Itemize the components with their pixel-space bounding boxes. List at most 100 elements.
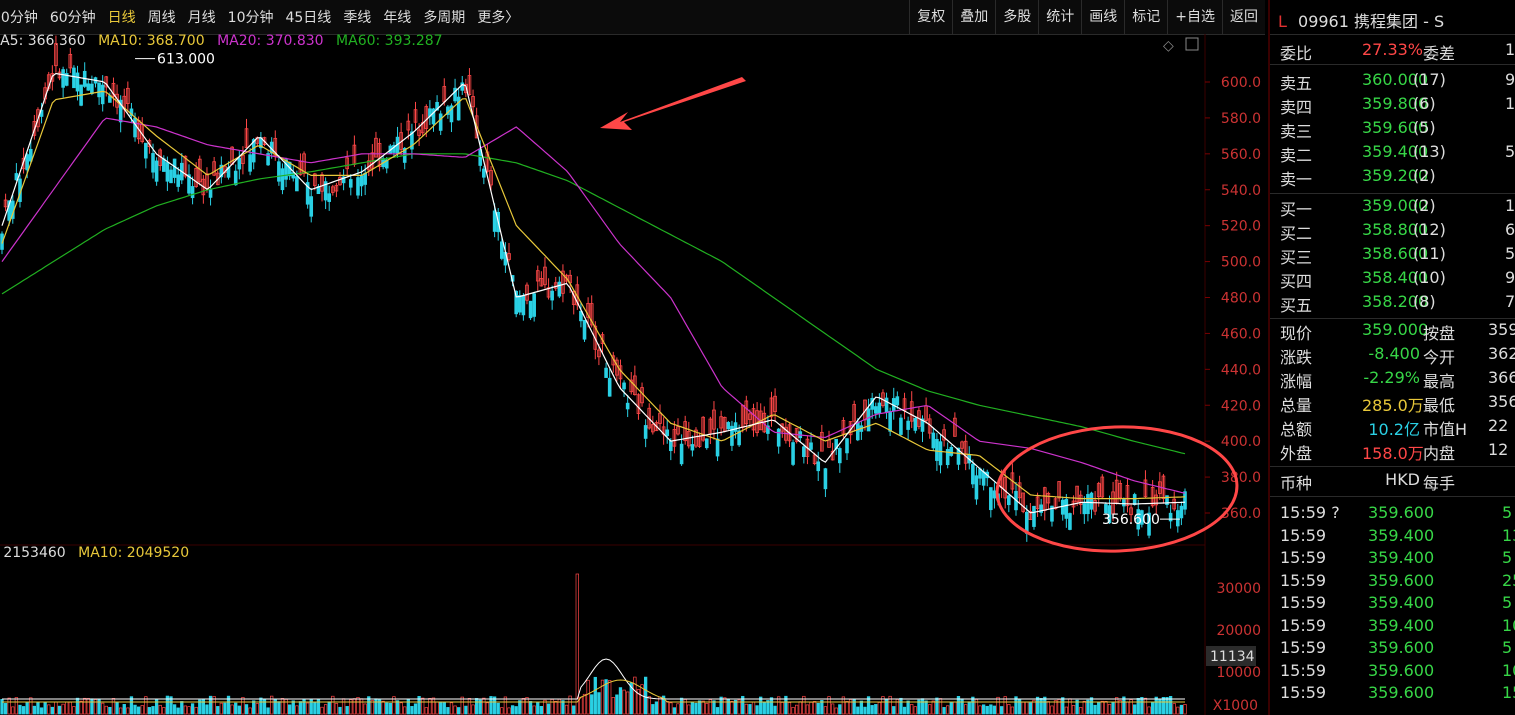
volume-bar [25,702,29,715]
volume-bar [237,705,241,715]
volume-bar [471,704,475,715]
candle-body [884,397,889,413]
volume-bar [68,701,72,715]
volume-bar [647,696,651,715]
candle-body [528,300,533,319]
row-size: 5 [1505,142,1515,161]
period-tab[interactable]: 多周期 [417,7,471,27]
candle-body [665,429,670,437]
tick-price: 359.600 [1368,638,1435,657]
volume-bar [1028,702,1033,715]
toolbar-button[interactable]: 复权 [909,0,952,34]
period-tab[interactable]: 年线 [377,7,417,27]
toolbar-button[interactable]: 叠加 [952,0,995,34]
volume-bar [435,701,439,715]
row-qty: (8) [1413,292,1436,311]
volume-bar [766,700,770,715]
volume-bar [712,700,716,715]
volume-bar [715,707,720,715]
row-price: 359.400 [1362,142,1429,161]
volume-bar [154,698,159,715]
weibi-label: 委比 [1280,44,1313,63]
volume-bar [295,705,299,715]
volume-bar [1143,697,1148,715]
volume-bar [744,703,748,715]
period-tab[interactable]: 周线 [142,7,182,27]
ma-line-ma5 [1,72,1186,514]
period-tab[interactable]: 60分钟 [44,7,102,27]
stat-label-2: 内盘 [1423,444,1456,463]
volume-bar [1115,697,1119,715]
stat-value: 10.2亿 [1368,420,1420,439]
volume-bar [61,703,65,715]
volume-bar [845,701,849,715]
toolbar-button[interactable]: 标记 [1124,0,1167,34]
volume-bar [1093,704,1097,715]
period-tab[interactable]: 月线 [182,7,222,27]
candle-body [1082,503,1087,515]
period-tab[interactable]: 10分钟 [222,7,280,27]
candle-body [208,189,213,198]
candle-body [75,72,80,92]
volume-bar [1007,704,1011,715]
volume-bar [421,697,425,715]
tick-time: 15:59 [1280,548,1327,567]
high-price-label: 613.000 [157,52,215,68]
period-tab[interactable]: 更多〉 [471,7,525,27]
volume-bar [1147,706,1151,715]
row-size: 6 [1505,220,1515,239]
stat-row: 总额 10.2亿 市值H 22 [1280,416,1515,439]
toolbar-button[interactable]: 返回 [1222,0,1265,34]
volume-bar [1133,704,1137,715]
currency-row: 币种 HKD 每手 [1280,470,1515,493]
period-tab[interactable]: 45日线 [279,7,337,27]
row-label: 卖二 [1280,146,1313,165]
period-tab[interactable]: 日线 [102,7,142,27]
volume-bar [856,706,860,715]
volume-bar [1082,700,1086,715]
volume-bar [122,704,126,715]
volume-bar [29,697,33,715]
trade-tick-row: 15:59 359.600 25 [1280,571,1515,593]
volume-bar [608,680,612,715]
toolbar-button[interactable]: +自选 [1167,0,1222,34]
volume-bar [395,700,400,715]
row-qty: (17) [1413,70,1446,89]
stock-header: L 09961 携程集团 - S [1278,8,1444,32]
tick-qty: 5 [1502,548,1513,567]
volume-bar [672,707,677,715]
volume-bar [798,701,802,715]
volume-bar [852,698,856,715]
bid-row: 买三 358.600 (11) 5 [1280,244,1515,267]
volume-bar [1154,696,1158,715]
period-tab[interactable]: 季线 [337,7,377,27]
candle-body [97,82,101,98]
panel-toggle-icon [1185,37,1199,51]
stat-value-2: 22 [1488,416,1509,435]
period-tab[interactable]: 30分钟 [0,7,44,27]
toolbar-button[interactable]: 统计 [1038,0,1081,34]
kline-chart[interactable]: 600.0 580.0 560.0 540.0 520.0 500.0 480.0 460.0… [0,34,1265,715]
volume-bar [374,698,378,715]
tick-time: 15:59 [1280,593,1327,612]
candle-body [363,172,367,185]
volume-bar [356,697,360,715]
candle-body [715,438,720,457]
row-label: 买二 [1280,224,1313,243]
volume-bar [805,704,810,715]
candle-body [291,172,296,179]
ask-row: 卖一 359.200 (2) [1280,166,1515,189]
price-tick-label: 520.0 [1221,219,1261,235]
row-qty: (2) [1413,196,1436,215]
candle-body [899,417,903,435]
volume-bar [618,687,623,715]
volume-bar [910,704,914,715]
volume-bar [327,701,331,715]
volume-bar [262,698,267,715]
candle-body [277,161,281,182]
volume-bar [446,707,450,715]
volume-bar [410,706,414,715]
toolbar-button[interactable]: 画线 [1081,0,1124,34]
volume-bar [996,696,1000,715]
toolbar-button[interactable]: 多股 [995,0,1038,34]
